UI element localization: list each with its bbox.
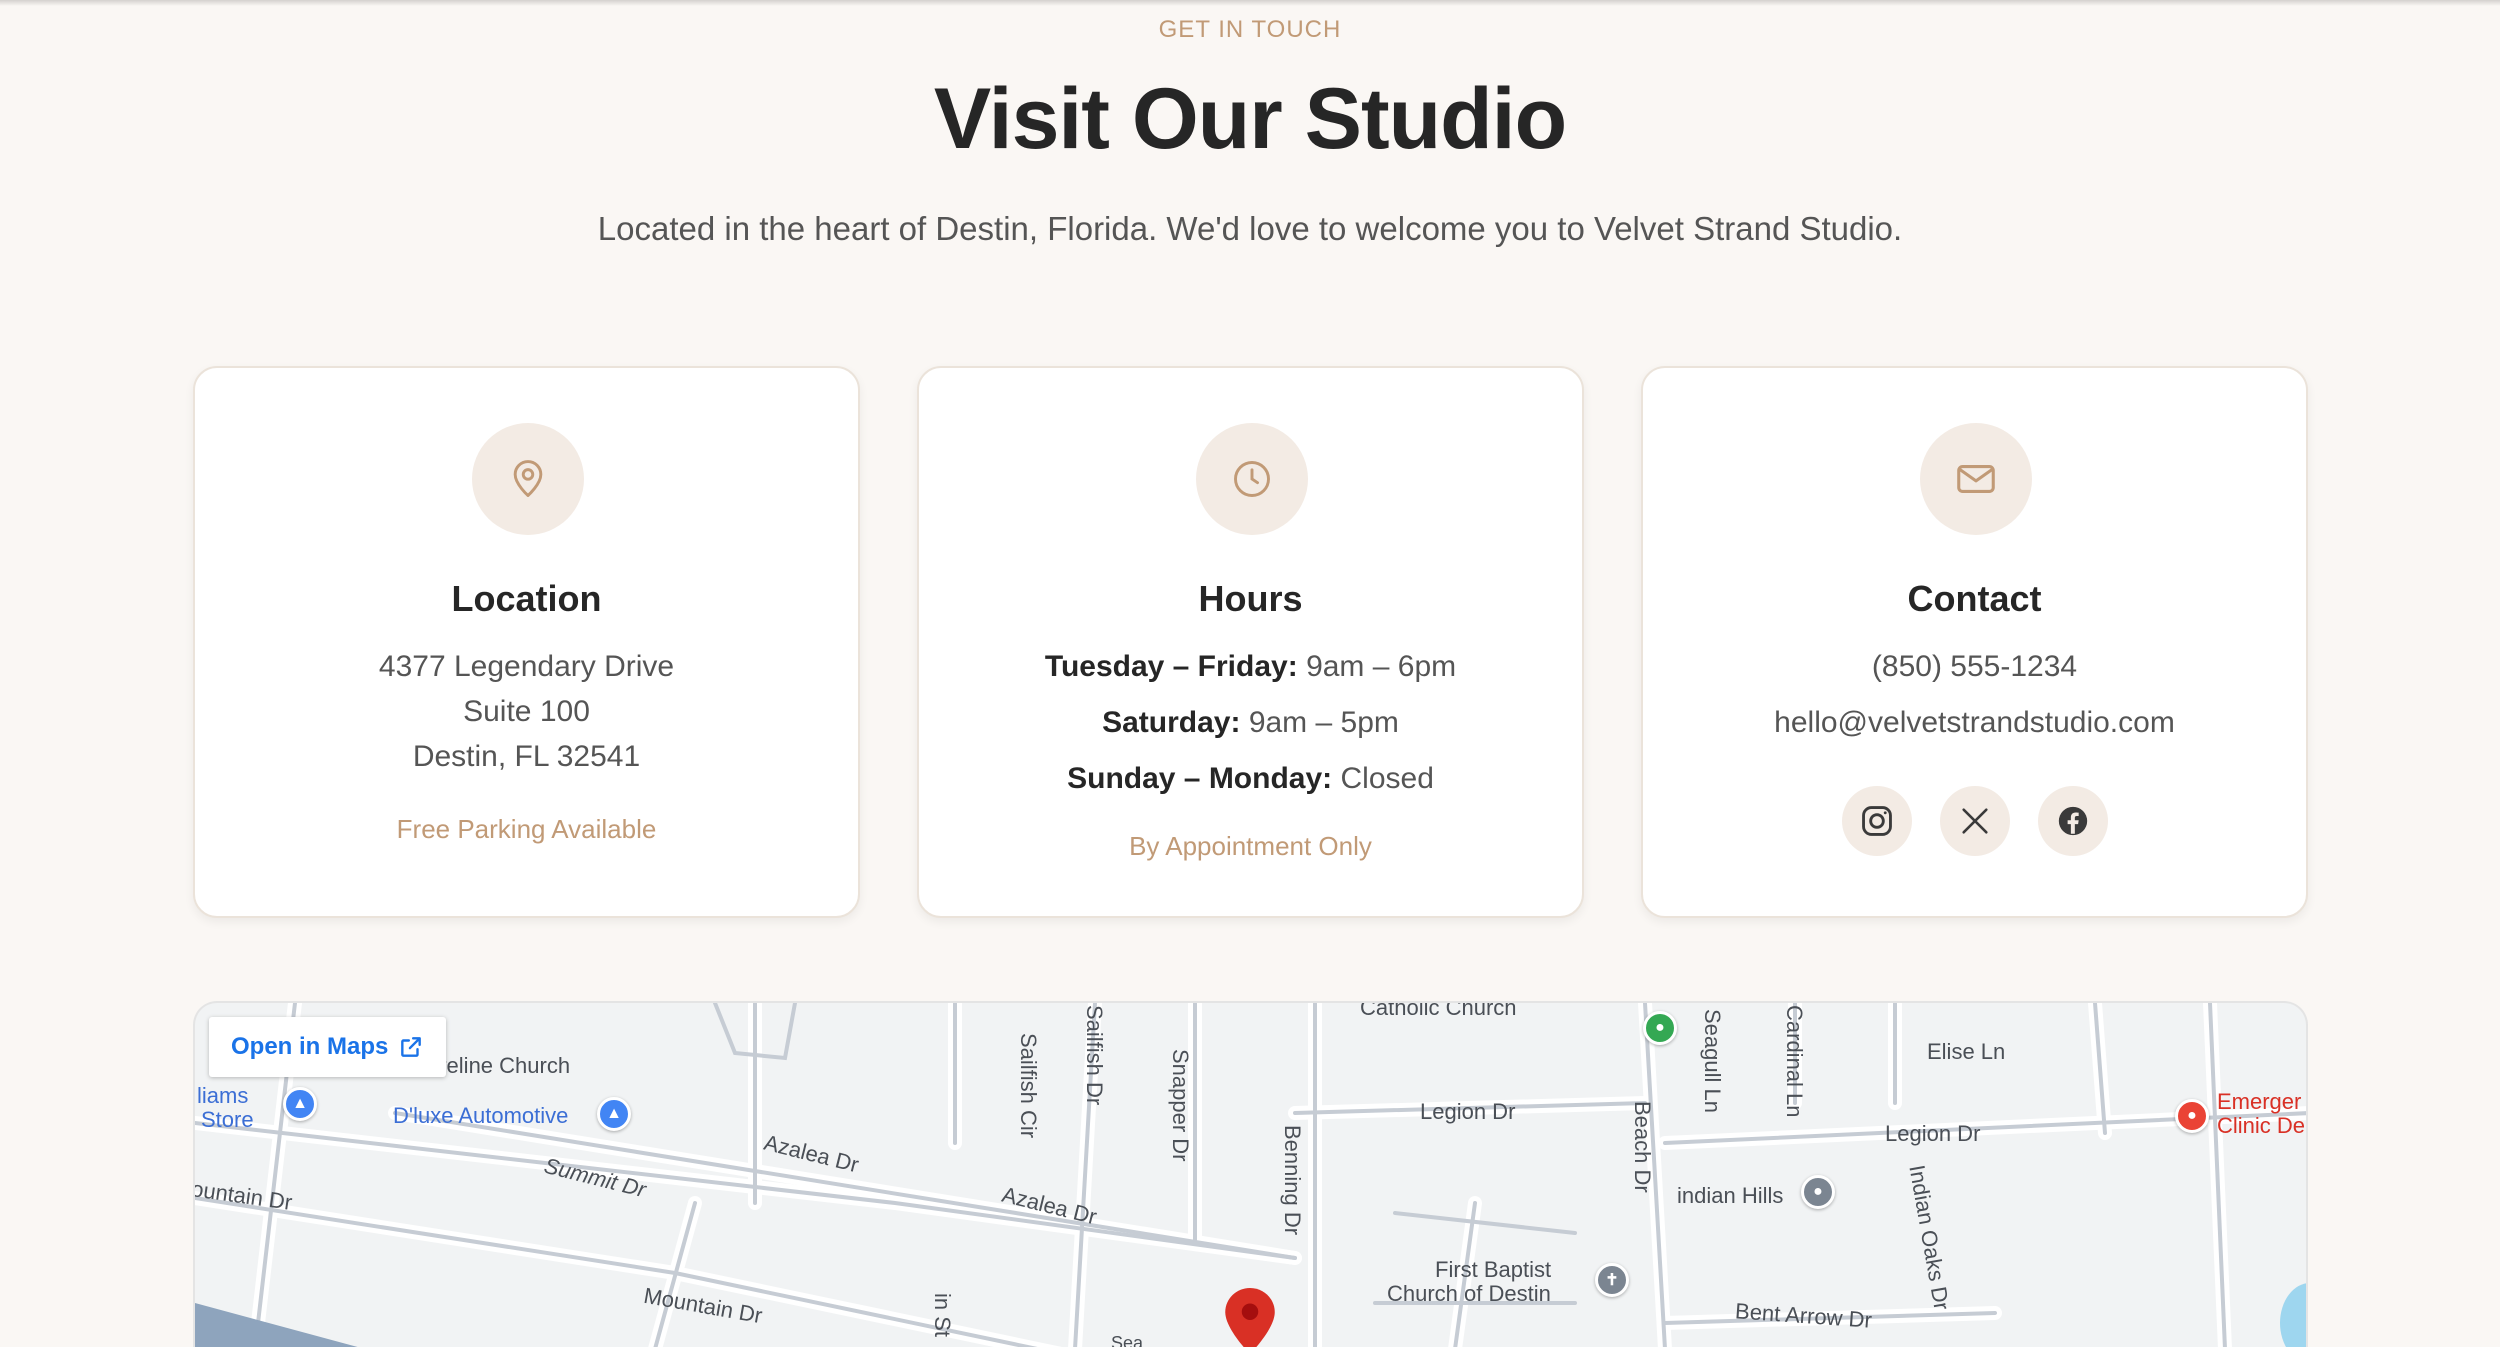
map-label: in St (930, 1293, 955, 1338)
map-marker-icon[interactable] (1225, 1288, 1275, 1347)
map-label: Sea (1111, 1333, 1144, 1347)
map-label: Store (201, 1107, 254, 1132)
location-title: Location (451, 578, 602, 619)
email-link[interactable]: hello@velvetstrandstudio.com (1643, 706, 2306, 740)
page-title: Visit Our Studio (933, 71, 1567, 167)
hours-time: Closed (1340, 762, 1434, 795)
map-label: Church of Destin (1387, 1281, 1551, 1306)
page-subtitle: Located in the heart of Destin, Florida.… (597, 210, 1903, 247)
hours-row: Tuesday – Friday: 9am – 6pm (919, 650, 1582, 684)
map-label: Legion Dr (1885, 1121, 1981, 1146)
external-link-icon (401, 1037, 422, 1057)
clock-icon (1196, 423, 1308, 535)
map-label: Sailfish Dr (1082, 1005, 1107, 1106)
place-icon[interactable]: ● (1801, 1175, 1835, 1209)
map-label: Clinic De (2217, 1113, 2306, 1138)
location-card: Location 4377 Legendary Drive Suite 100 … (193, 366, 860, 918)
medical-icon[interactable]: ● (2175, 1099, 2209, 1133)
appointment-note: By Appointment Only (1129, 831, 1372, 861)
address-line-1: 4377 Legendary Drive (378, 650, 675, 683)
map-label: Catholic Church (1360, 1001, 1517, 1020)
hours-row: Sunday – Monday: Closed (919, 762, 1582, 796)
map-label: Elise Ln (1927, 1039, 2006, 1064)
instagram-icon[interactable] (1841, 786, 1912, 856)
open-in-maps-label: Open in Maps (231, 1033, 389, 1060)
mail-icon (1920, 423, 2032, 535)
hours-days: Tuesday – Friday: (1044, 650, 1298, 683)
hours-days: Sunday – Monday: (1067, 762, 1333, 795)
hours-card: Hours Tuesday – Friday: 9am – 6pm Saturd… (917, 366, 1584, 918)
contact-title: Contact (1907, 578, 2042, 619)
map-label: Cardinal Ln (1782, 1005, 1807, 1118)
map-pin-icon (472, 423, 584, 535)
facebook-icon[interactable] (2037, 786, 2108, 856)
map-label: Seagull Ln (1700, 1009, 1725, 1113)
open-in-maps-button[interactable]: Open in Maps (209, 1017, 447, 1077)
hours-time: 9am – 5pm (1248, 706, 1399, 739)
parking-note: Free Parking Available (396, 814, 657, 844)
map-label: D'luxe Automotive (393, 1103, 569, 1128)
top-shadow (0, 0, 2500, 6)
shopping-bag-icon[interactable]: ▲ (597, 1097, 631, 1131)
map-label: Sailfish Cir (1016, 1033, 1041, 1139)
map-label: Legion Dr (1420, 1099, 1516, 1124)
map-label: Beach Dr (1630, 1101, 1655, 1193)
map-label: Emerger (2217, 1089, 2302, 1114)
x-icon[interactable] (1939, 786, 2010, 856)
embedded-map[interactable]: Catholic Church oreline Church liams Sto… (193, 1001, 2308, 1347)
map-label: oreline Church (427, 1053, 571, 1078)
hours-row: Saturday: 9am – 5pm (919, 706, 1582, 740)
map-label: liams (197, 1083, 249, 1108)
shopping-bag-icon[interactable]: ▲ (283, 1087, 317, 1121)
church-icon[interactable]: ✝ (1595, 1263, 1629, 1297)
section-eyebrow: GET IN TOUCH (1158, 16, 1342, 43)
park-icon[interactable]: ● (1643, 1011, 1677, 1045)
map-label: Benning Dr (1280, 1125, 1305, 1236)
phone-link[interactable]: (850) 555-1234 (1643, 650, 2306, 684)
hours-title: Hours (1198, 578, 1303, 619)
hours-time: 9am – 6pm (1306, 650, 1457, 683)
address-line-2: Suite 100 (463, 695, 590, 728)
social-links (1643, 786, 2306, 856)
map-label: First Baptist (1435, 1257, 1552, 1282)
map-label: indian Hills (1677, 1183, 1784, 1208)
hours-days: Saturday: (1102, 706, 1241, 739)
map-label: Snapper Dr (1168, 1049, 1193, 1162)
contact-card: Contact (850) 555-1234 hello@velvetstran… (1641, 366, 2308, 918)
address-line-3: Destin, FL 32541 (412, 740, 641, 773)
